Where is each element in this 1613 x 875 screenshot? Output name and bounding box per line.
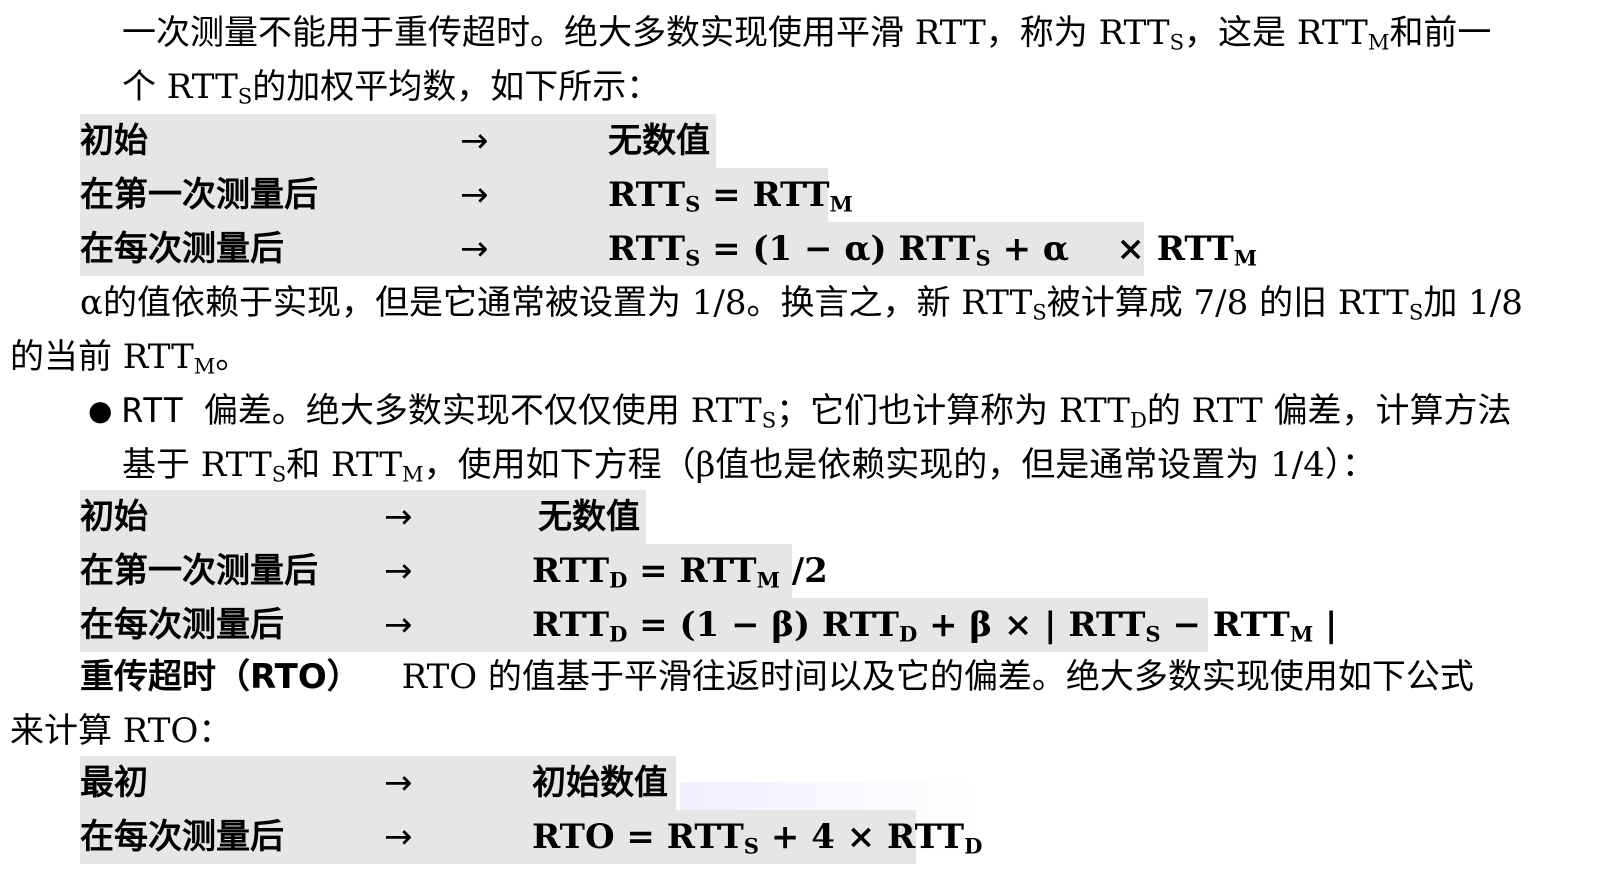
bullet-line-1: RTT 偏差。绝大多数实现不仅仅使用 RTTS；它们也计算称为 RTTD的 RT…	[122, 391, 1512, 433]
table1-row-initial: 初始 → 无数值	[80, 114, 716, 168]
arrow-icon: →	[384, 817, 413, 857]
arrow-icon: →	[460, 229, 489, 269]
paragraph-2-line-1: α的值依赖于实现，但是它通常被设置为 1/8。换言之，新 RTTS被计算成 7/…	[80, 283, 1523, 325]
bullet-line-2: 基于 RTTS和 RTTM，使用如下方程（β值也是依赖实现的，但是通常设置为 1…	[122, 445, 1376, 487]
table2-row3-formula: RTTD = (1 − β) RTTD + β × | RTTS − RTTM …	[532, 605, 1338, 647]
table1-row-each: 在每次测量后 → RTTS = (1 − α) RTTS + α × RTTM	[80, 222, 1257, 276]
table3-row-initial: 最初 → 初始数值	[80, 756, 676, 810]
table3-row2-label: 在每次测量后	[80, 817, 284, 857]
table2-row1-label: 初始	[80, 497, 148, 537]
table2-row-each: 在每次测量后 → RTTD = (1 − β) RTTD + β × | RTT…	[80, 598, 1337, 652]
table1-row3-formula: RTTS = (1 − α) RTTS + α × RTTM	[608, 229, 1258, 271]
arrow-icon: →	[384, 605, 413, 645]
arrow-icon: →	[384, 551, 413, 591]
paragraph-2-line-2: 的当前 RTTM。	[10, 337, 250, 379]
arrow-icon: →	[384, 763, 413, 803]
table1-row1-value: 无数值	[608, 121, 710, 161]
table1-row3-label: 在每次测量后	[80, 229, 284, 269]
table1-row1-label: 初始	[80, 121, 148, 161]
table2-row1-value: 无数值	[538, 497, 640, 537]
paragraph-1-line-2: 个 RTTS的加权平均数，如下所示：	[122, 67, 661, 109]
table3-row2-formula: RTO = RTTS + 4 × RTTD	[532, 817, 983, 859]
table2-row3-label: 在每次测量后	[80, 605, 284, 645]
bullet-term: RTT 偏差	[122, 391, 272, 431]
table1-row-first: 在第一次测量后 → RTTS = RTTM	[80, 168, 853, 222]
table1-row2-formula: RTTS = RTTM	[608, 175, 853, 217]
paragraph-3-line-1: 重传超时（RTO） RTO 的值基于平滑往返时间以及它的偏差。绝大多数实现使用如…	[80, 657, 1474, 697]
table3-row1-label: 最初	[80, 763, 148, 803]
table2-row2-formula: RTTD = RTTM /2	[532, 551, 828, 593]
paragraph-1-line-1: 一次测量不能用于重传超时。绝大多数实现使用平滑 RTT，称为 RTTS，这是 R…	[122, 13, 1492, 55]
table3-row1-value: 初始数值	[532, 763, 668, 803]
arrow-icon: →	[460, 175, 489, 215]
table2-row-initial: 初始 → 无数值	[80, 490, 646, 544]
table3-row-each: 在每次测量后 → RTO = RTTS + 4 × RTTD	[80, 810, 982, 864]
table2-row-first: 在第一次测量后 → RTTD = RTTM /2	[80, 544, 828, 598]
table2-row2-label: 在第一次测量后	[80, 551, 318, 591]
arrow-icon: →	[384, 497, 413, 537]
arrow-icon: →	[460, 121, 489, 161]
bullet-icon: ●	[88, 394, 113, 427]
paragraph-3-line-2: 来计算 RTO：	[10, 711, 233, 751]
table1-row2-label: 在第一次测量后	[80, 175, 318, 215]
rto-term: 重传超时（RTO）	[80, 657, 361, 697]
